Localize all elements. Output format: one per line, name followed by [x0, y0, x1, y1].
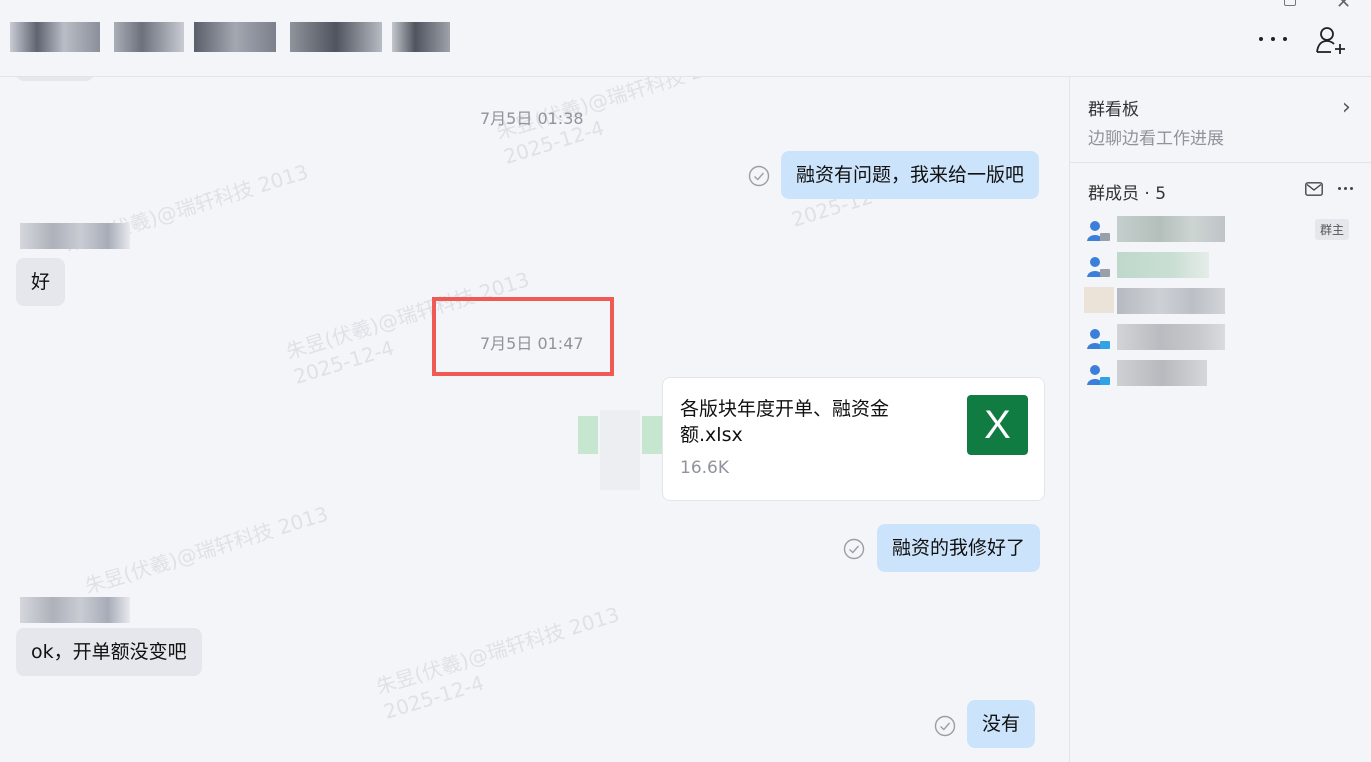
window-close-icon[interactable]: ✕	[1336, 0, 1351, 12]
message-bubble-other[interactable]: ok，开单额没变吧	[16, 628, 202, 676]
owner-badge: 群主	[1315, 219, 1350, 240]
member-avatar-icon	[1084, 287, 1114, 313]
message-bubble-me[interactable]: 融资有问题，我来给一版吧	[781, 151, 1040, 199]
watermark-text: 朱昱(伏羲)@瑞轩科技 2013	[373, 602, 623, 700]
member-avatar-icon	[1087, 221, 1110, 241]
more-options-button[interactable]	[1256, 26, 1290, 50]
file-size: 16.6K	[680, 458, 729, 478]
group-board-entry[interactable]: 群看板 边聊边看工作进展 ›	[1070, 77, 1371, 163]
watermark-date: 2025-12-4	[380, 670, 487, 724]
add-member-button[interactable]	[1313, 24, 1349, 56]
file-name: 各版块年度开单、融资金额.xlsx	[680, 398, 890, 446]
message-bubble-me[interactable]: 没有	[967, 700, 1036, 748]
read-receipt-icon	[748, 165, 770, 187]
member-name-redacted	[1117, 324, 1225, 350]
file-message-card[interactable]: 各版块年度开单、融资金额.xlsx 16.6K X	[662, 377, 1045, 501]
member-avatar-icon	[1087, 257, 1110, 277]
message-bubble-me[interactable]: 融资的我修好了	[877, 524, 1041, 572]
watermark-date: 2025-12-4	[290, 335, 397, 389]
member-item[interactable]	[1084, 287, 1364, 319]
mail-icon[interactable]	[1305, 181, 1323, 196]
excel-icon: X	[967, 395, 1028, 455]
window-restore-icon[interactable]	[1284, 0, 1296, 6]
message-timestamp: 7月5日 01:47	[480, 334, 584, 353]
file-preview-redacted	[578, 410, 662, 490]
group-board-title: 群看板	[1088, 100, 1139, 120]
message-bubble-partial	[16, 77, 94, 81]
add-member-icon	[1316, 27, 1345, 54]
members-more-button[interactable]	[1336, 182, 1356, 194]
members-title: 群成员 · 5	[1088, 184, 1167, 204]
member-avatar-icon	[1087, 365, 1110, 385]
member-item[interactable]	[1084, 323, 1364, 355]
read-receipt-icon	[843, 538, 865, 560]
sender-name-redacted	[20, 223, 130, 249]
member-item[interactable]	[1084, 251, 1364, 283]
chat-title-redacted	[10, 16, 450, 60]
member-name-redacted	[1117, 216, 1225, 242]
group-sidebar: 群看板 边聊边看工作进展 › 群成员 · 5 群主	[1069, 77, 1371, 762]
sender-name-redacted	[20, 597, 130, 623]
watermark-text: 朱昱(伏羲)@瑞轩科技 2013	[82, 501, 331, 599]
member-name-redacted	[1117, 288, 1225, 314]
watermark: 朱昱(伏羲)@瑞轩科技 2013	[82, 501, 331, 600]
group-board-subtitle: 边聊边看工作进展	[1088, 129, 1224, 149]
watermark: 朱昱(伏羲)@瑞轩科技 2013 2025-12-4	[373, 601, 630, 725]
read-receipt-icon	[934, 715, 956, 737]
chat-header: ✕	[0, 0, 1371, 77]
message-bubble-other[interactable]: 好	[16, 258, 66, 306]
message-timestamp: 7月5日 01:38	[480, 109, 584, 128]
member-item[interactable]	[1084, 359, 1364, 391]
member-name-redacted	[1117, 252, 1209, 278]
message-list[interactable]: 朱昱(伏羲)@瑞轩科技 2013 2025-12-4 朱昱(伏羲)@瑞轩科技 2…	[0, 77, 1069, 762]
member-name-redacted	[1117, 360, 1207, 386]
chevron-right-icon: ›	[1342, 95, 1351, 120]
member-avatar-icon	[1087, 329, 1110, 349]
